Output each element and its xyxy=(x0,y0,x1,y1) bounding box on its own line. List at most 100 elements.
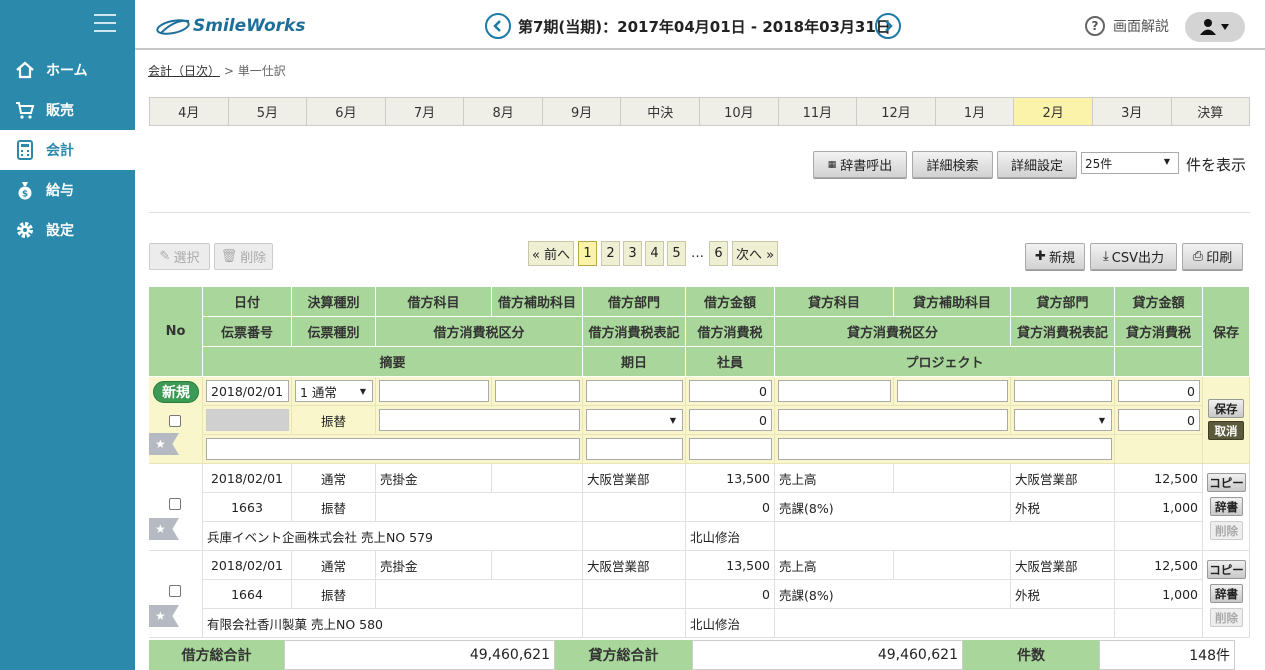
new-row-save-button[interactable]: 保存 xyxy=(1208,399,1244,418)
header-credit-amount: 貸方金額 xyxy=(1115,287,1203,317)
sidebar: ホーム 販売 会計 $ 給与 設定 xyxy=(0,0,135,670)
pager-page-last[interactable]: 6 xyxy=(709,241,728,266)
new-memo-input[interactable] xyxy=(206,438,580,460)
new-kessan-select[interactable]: 1 通常 ▼ xyxy=(295,380,373,402)
sidebar-item-sales[interactable]: 販売 xyxy=(0,90,135,130)
new-debit-tax-input[interactable] xyxy=(379,409,580,431)
new-debit-dept-input[interactable] xyxy=(586,380,683,402)
header-credit-taxamt: 貸方消費税 xyxy=(1115,317,1203,347)
new-date-input[interactable]: 2018/02/01 xyxy=(206,380,289,402)
pager-page-3[interactable]: 3 xyxy=(623,241,642,266)
row-debit-amount: 13,500 xyxy=(686,464,775,493)
count-label: 件数 xyxy=(963,640,1099,670)
prev-period-button[interactable] xyxy=(485,13,511,39)
sidebar-item-label: 会計 xyxy=(46,143,74,159)
new-debit-sub-input[interactable] xyxy=(495,380,580,402)
row-slip-no: 1664 xyxy=(203,580,292,609)
sidebar-item-accounting[interactable]: 会計 xyxy=(0,130,135,170)
row-checkbox[interactable] xyxy=(169,498,181,510)
help-link[interactable]: ? 画面解説 xyxy=(1085,16,1169,36)
month-tab[interactable]: 5月 xyxy=(229,98,308,125)
new-credit-taxamt-input[interactable]: 0 xyxy=(1118,409,1200,431)
new-slip-no-input[interactable] xyxy=(206,409,289,431)
per-page-label: 件を表示 xyxy=(1186,156,1247,174)
select-button[interactable]: ✎ 選択 xyxy=(149,243,210,270)
new-project-input[interactable] xyxy=(778,438,1112,460)
new-credit-dept-input[interactable] xyxy=(1014,380,1112,402)
detail-settings-button[interactable]: 詳細設定 xyxy=(997,151,1077,178)
sidebar-item-home[interactable]: ホーム xyxy=(0,50,135,90)
pager-next[interactable]: 次へ » xyxy=(732,241,778,266)
row-checkbox[interactable] xyxy=(169,585,181,597)
caret-down-icon: ▼ xyxy=(1163,157,1170,166)
svg-text:$: $ xyxy=(22,190,28,200)
new-label: 新規 xyxy=(1048,251,1075,266)
row-dict-button[interactable]: 辞書 xyxy=(1210,584,1243,603)
month-tab[interactable]: 決算 xyxy=(1172,98,1250,125)
month-tab[interactable]: 8月 xyxy=(464,98,543,125)
header-credit-tax: 貸方消費税区分 xyxy=(775,317,1011,347)
pager-page-2[interactable]: 2 xyxy=(601,241,620,266)
month-tab[interactable]: 4月 xyxy=(150,98,229,125)
new-debit-taxamt-input[interactable]: 0 xyxy=(689,409,772,431)
new-credit-amount-input[interactable]: 0 xyxy=(1118,380,1200,402)
new-row-cancel-button[interactable]: 取消 xyxy=(1208,421,1244,440)
month-tab[interactable]: 12月 xyxy=(857,98,936,125)
month-tab[interactable]: 3月 xyxy=(1093,98,1172,125)
sidebar-item-settings[interactable]: 設定 xyxy=(0,210,135,250)
row-copy-button[interactable]: コピー xyxy=(1207,473,1246,492)
pager-page-1[interactable]: 1 xyxy=(578,241,597,266)
home-icon xyxy=(14,59,36,81)
row-staff: 北山修治 xyxy=(686,522,775,551)
hamburger-menu-icon[interactable] xyxy=(94,14,116,34)
new-credit-sub-input[interactable] xyxy=(897,380,1008,402)
new-debit-account-input[interactable] xyxy=(379,380,489,402)
new-row-badge: 新規 xyxy=(153,381,199,403)
month-tab[interactable]: 6月 xyxy=(307,98,386,125)
new-debit-taxnote-select[interactable]: ▼ xyxy=(586,409,683,431)
bulk-delete-button[interactable]: 🗑 削除 xyxy=(214,243,273,270)
month-tab[interactable]: 2月 xyxy=(1014,98,1093,125)
new-credit-account-input[interactable] xyxy=(778,380,891,402)
row-dict-button[interactable]: 辞書 xyxy=(1210,497,1243,516)
row-delete-button[interactable]: 削除 xyxy=(1210,521,1243,540)
pager-prev[interactable]: « 前へ xyxy=(528,241,574,266)
row-credit-amount: 12,500 xyxy=(1115,551,1203,580)
month-tab[interactable]: 7月 xyxy=(386,98,465,125)
csv-export-button[interactable]: ⤓ CSV出力 xyxy=(1090,243,1177,270)
new-row-checkbox[interactable] xyxy=(169,415,181,427)
next-period-button[interactable] xyxy=(875,13,901,39)
new-debit-amount-input[interactable]: 0 xyxy=(689,380,772,402)
gear-icon xyxy=(14,219,36,241)
debit-total-value: 49,460,621 xyxy=(284,640,555,670)
header: SmileWorks 第7期(当期)：2017年04月01日 - 2018年03… xyxy=(135,0,1265,50)
month-tab[interactable]: 11月 xyxy=(779,98,858,125)
user-menu-button[interactable] xyxy=(1185,12,1245,42)
dict-label: 辞書呼出 xyxy=(840,159,893,174)
new-button[interactable]: ✚ 新規 xyxy=(1025,243,1085,270)
print-button[interactable]: ⎙ 印刷 xyxy=(1182,243,1243,270)
new-credit-taxnote-select[interactable]: ▼ xyxy=(1014,409,1112,431)
new-due-input[interactable] xyxy=(586,438,683,460)
row-credit-sub xyxy=(894,464,1011,493)
header-blank xyxy=(1115,347,1203,377)
sidebar-item-payroll[interactable]: $ 給与 xyxy=(0,170,135,210)
month-tab[interactable]: 1月 xyxy=(936,98,1015,125)
row-delete-button[interactable]: 削除 xyxy=(1210,608,1243,627)
pager-page-5[interactable]: 5 xyxy=(667,241,686,266)
plus-icon: ✚ xyxy=(1035,249,1046,264)
new-staff-input[interactable] xyxy=(689,438,772,460)
per-page-select[interactable]: 25件 ▼ xyxy=(1081,152,1179,174)
dictionary-button[interactable]: ▦ 辞書呼出 xyxy=(813,151,907,178)
debit-total-label: 借方総合計 xyxy=(149,640,284,670)
month-tab[interactable]: 10月 xyxy=(700,98,779,125)
breadcrumb-parent[interactable]: 会計（日次） xyxy=(148,64,220,78)
breadcrumb: 会計（日次） > 単一仕訳 xyxy=(148,62,286,79)
header-memo: 摘要 xyxy=(203,347,583,377)
month-tab[interactable]: 9月 xyxy=(543,98,622,125)
row-copy-button[interactable]: コピー xyxy=(1207,560,1246,579)
new-credit-tax-input[interactable] xyxy=(778,409,1008,431)
advanced-search-button[interactable]: 詳細検索 xyxy=(912,151,993,178)
pager-page-4[interactable]: 4 xyxy=(645,241,664,266)
month-tab[interactable]: 中決 xyxy=(621,98,701,125)
